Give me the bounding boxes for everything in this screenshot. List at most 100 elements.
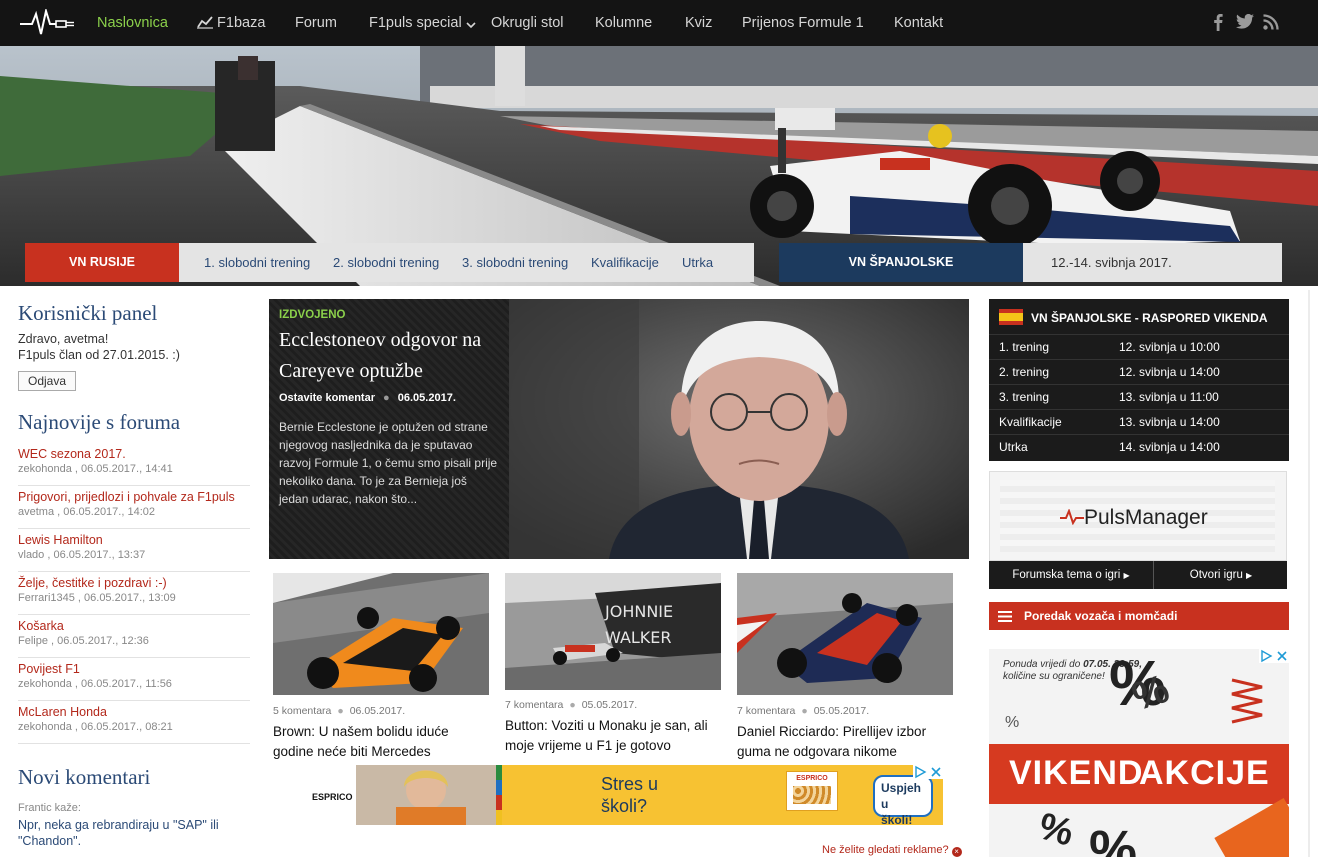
adchoices-icon[interactable] <box>913 765 943 779</box>
schedule-time: 12. svibnja u 14:00 <box>1119 365 1220 379</box>
featured-excerpt: Bernie Ecclestone je optužen od strane n… <box>279 420 498 506</box>
article-comments[interactable]: 7 komentara <box>737 705 795 717</box>
article-card[interactable]: JOHNNIE WALKER 7 komentara ● 05.05.2017. B… <box>505 573 721 756</box>
forum-item-meta: zekohonda , 06.05.2017., 08:21 <box>18 721 173 733</box>
nav-kontakt[interactable]: Kontakt <box>894 0 943 46</box>
article-image[interactable] <box>737 573 953 695</box>
pulsmanager-banner[interactable]: PulsManager <box>989 471 1287 561</box>
ad-banner-right[interactable]: Ponuda vrijedi do 07.05. 23:59, količine… <box>989 649 1289 857</box>
weekend-schedule: VN ŠPANJOLSKE - RASPORED VIKENDA 1. tren… <box>989 299 1289 461</box>
session-fp3[interactable]: 3. slobodni trening <box>462 243 568 282</box>
nav-f1baza[interactable]: F1baza <box>197 0 265 46</box>
meta-dot: ● <box>337 705 344 717</box>
chart-icon <box>197 16 213 29</box>
ad-product-pack: ESPRICO <box>786 771 838 811</box>
forum-item[interactable]: WEC sezona 2017. zekohonda , 06.05.2017.,… <box>18 443 250 486</box>
forum-item-title[interactable]: McLaren Honda <box>18 705 250 719</box>
forum-item-title[interactable]: WEC sezona 2017. <box>18 447 250 461</box>
article-title[interactable]: Button: Voziti u Monaku je san, ali moje… <box>505 716 721 756</box>
forum-item-title[interactable]: Lewis Hamilton <box>18 533 250 547</box>
ad-cta-bubble[interactable]: Uspjeh u školi! <box>873 775 933 825</box>
no-ads-text: Ne želite gledati reklame? <box>822 844 949 856</box>
schedule-session: 1. trening <box>999 340 1050 354</box>
article-title[interactable]: Daniel Ricciardo: Pirellijev izbor guma … <box>737 722 953 762</box>
nav-naslovnica[interactable]: Naslovnica <box>97 0 168 46</box>
nav-kviz[interactable]: Kviz <box>685 0 712 46</box>
article-card[interactable]: 5 komentara ● 06.05.2017. Brown: U našem b… <box>273 573 489 762</box>
pulsmanager-widget: PulsManager Forumska tema o igri ▶ Otvor… <box>989 471 1287 589</box>
article-date: 06.05.2017. <box>349 705 406 717</box>
article-image[interactable]: JOHNNIE WALKER <box>505 573 721 690</box>
walker-text: WALKER <box>605 628 672 647</box>
ad-brand-text: ESPRICO <box>312 792 353 802</box>
forum-item-title[interactable]: Prigovori, prijedlozi i pohvale za F1pul… <box>18 490 250 504</box>
ad-cta-line2: školi! <box>881 813 913 825</box>
article-title[interactable]: Brown: U našem bolidu iduće godine neće … <box>273 722 489 762</box>
race-date: 12.-14. svibnja 2017. <box>1023 243 1282 282</box>
article-date: 05.05.2017. <box>581 699 638 711</box>
nav-forum[interactable]: Forum <box>295 0 337 46</box>
list-icon <box>998 611 1012 622</box>
nav-prijenos[interactable]: Prijenos Formule 1 <box>742 0 864 46</box>
article-comments[interactable]: 5 komentara <box>273 705 331 717</box>
article-meta: 5 komentara ● 06.05.2017. <box>273 705 489 717</box>
forum-item-title[interactable]: Želje, čestitke i pozdravi :-) <box>18 576 250 590</box>
no-ads-link[interactable]: Ne želite gledati reklame? × <box>822 844 962 857</box>
open-game-label: Otvori igru <box>1189 569 1243 581</box>
rss-icon[interactable] <box>1263 14 1279 30</box>
session-fp2[interactable]: 2. slobodni trening <box>333 243 439 282</box>
forum-topic-button[interactable]: Forumska tema o igri ▶ <box>989 561 1154 589</box>
spain-flag-icon <box>999 309 1023 325</box>
adchoices-icon[interactable] <box>1259 649 1289 663</box>
forum-item-title[interactable]: Košarka <box>18 619 250 633</box>
session-fp1[interactable]: 1. slobodni trening <box>204 243 310 282</box>
article-image[interactable] <box>273 573 489 695</box>
nav-okrugli-stol[interactable]: Okrugli stol <box>491 0 564 46</box>
article-card[interactable]: 7 komentara ● 05.05.2017. Daniel Ricciardo… <box>737 573 953 762</box>
user-greeting: Zdravo, avetma! <box>18 332 109 346</box>
nav-f1puls-special[interactable]: F1puls special <box>369 0 476 46</box>
meta-dot: ● <box>801 705 808 717</box>
session-race[interactable]: Utrka <box>682 243 713 282</box>
nav-f1puls-special-label: F1puls special <box>369 15 462 31</box>
facebook-icon[interactable] <box>1213 13 1223 31</box>
featured-article[interactable]: IZDVOJENO Ecclestoneov odgovor na Careye… <box>269 299 969 559</box>
forum-item[interactable]: Želje, čestitke i pozdravi :-) Ferrari134… <box>18 572 250 615</box>
forum-item[interactable]: Košarka Felipe , 06.05.2017., 12:36 <box>18 615 250 658</box>
schedule-session: Kvalifikacije <box>999 415 1062 429</box>
forum-section-title: Najnovije s foruma <box>18 410 181 434</box>
featured-tag: IZDVOJENO <box>279 309 346 321</box>
open-game-button[interactable]: Otvori igru ▶ <box>1155 561 1287 589</box>
race-title-spanjolska[interactable]: VN ŠPANJOLSKE <box>779 243 1023 282</box>
schedule-title: VN ŠPANJOLSKE - RASPORED VIKENDA <box>1031 311 1268 325</box>
logout-button[interactable]: Odjava <box>18 371 77 391</box>
forum-item-title[interactable]: Povijest F1 <box>18 662 250 676</box>
ad-slogan-line1: Stres u <box>601 774 659 794</box>
twitter-icon[interactable] <box>1236 14 1254 29</box>
comment-text[interactable]: Npr, neka ga rebrandiraju u "SAP" ili "C… <box>18 817 250 849</box>
ad-brand-area: ESPRICO <box>296 765 356 825</box>
ad-orange-ribbon <box>1214 798 1289 857</box>
spring-icon <box>1231 678 1263 724</box>
meta-dot: ● <box>569 699 576 711</box>
ad-banner-bottom[interactable]: ESPRICO Stres u školi? ESPRICO Uspjeh u … <box>296 765 943 825</box>
forum-item[interactable]: Prigovori, prijedlozi i pohvale za F1pul… <box>18 486 250 529</box>
standings-link[interactable]: Poredak vozača i momčadi <box>989 602 1289 630</box>
session-quali[interactable]: Kvalifikacije <box>591 243 659 282</box>
f1puls-logo[interactable] <box>20 9 78 37</box>
chevron-down-icon <box>466 22 476 29</box>
featured-comment-link[interactable]: Ostavite komentar <box>279 392 375 404</box>
ad-slogan: Stres u školi? <box>601 773 658 817</box>
forum-item[interactable]: Povijest F1 zekohonda , 06.05.2017., 11:5… <box>18 658 250 701</box>
ad-offer-prefix: Ponuda vrijedi do <box>1003 659 1081 670</box>
forum-item[interactable]: McLaren Honda zekohonda , 06.05.2017., 08… <box>18 701 250 744</box>
percent-icon: % <box>1034 805 1078 855</box>
nav-kolumne[interactable]: Kolumne <box>595 0 652 46</box>
featured-title[interactable]: Ecclestoneov odgovor na Careyeve optužbe <box>279 325 499 387</box>
race-title-rusija[interactable]: VN RUSIJE <box>25 243 179 282</box>
pulsmanager-logo-text: PulsManager <box>1084 506 1208 529</box>
ad-color-stripe <box>496 765 502 825</box>
forum-item[interactable]: Lewis Hamilton vlado , 06.05.2017., 13:37 <box>18 529 250 572</box>
article-comments[interactable]: 7 komentara <box>505 699 563 711</box>
mclaren-car-image <box>273 573 489 695</box>
